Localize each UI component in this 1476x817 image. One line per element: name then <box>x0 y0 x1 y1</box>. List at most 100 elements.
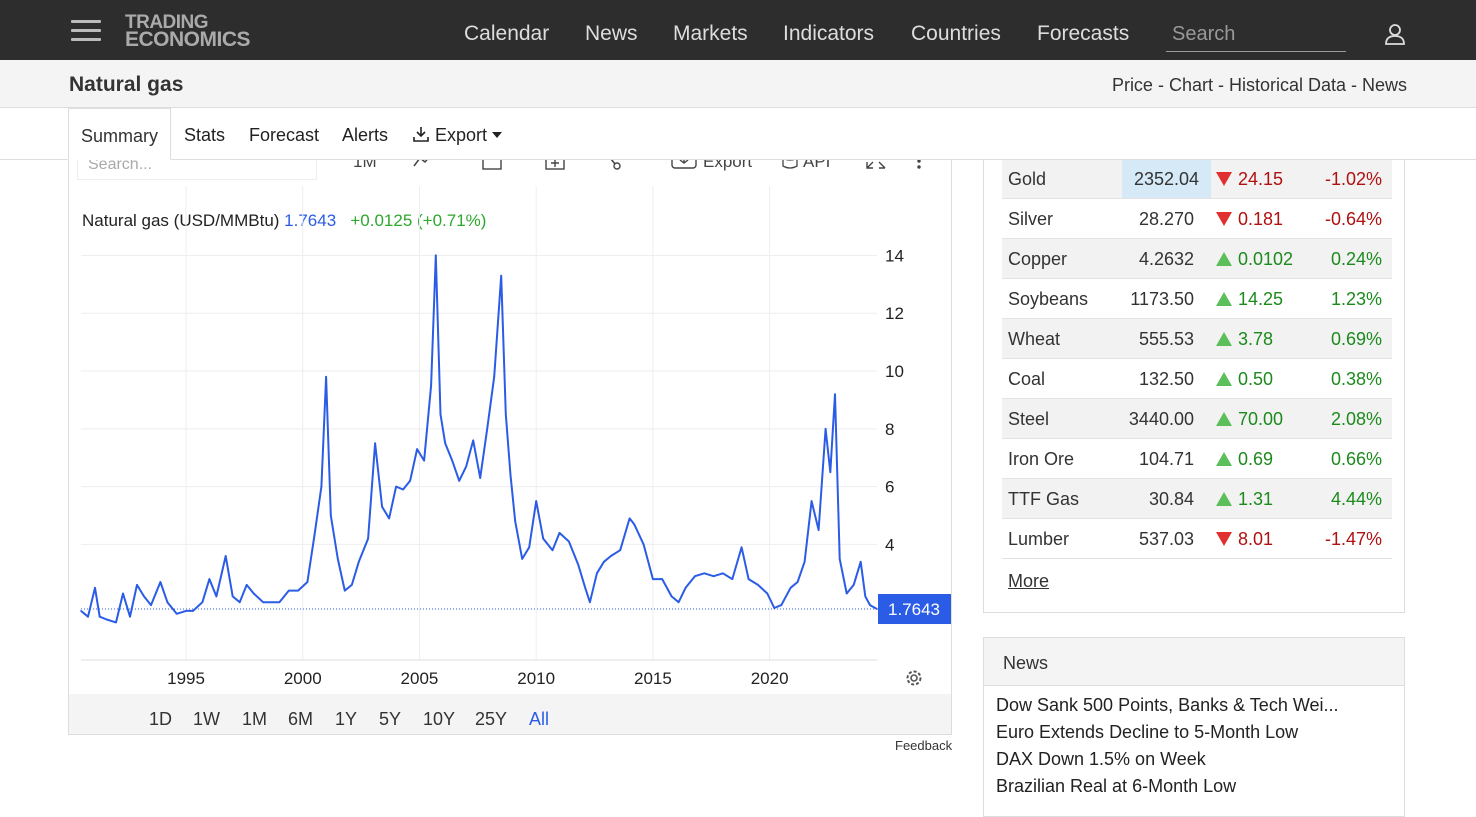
data-point <box>388 517 390 520</box>
range-button-6m[interactable]: 6M <box>288 709 313 730</box>
range-button-all[interactable]: All <box>529 709 549 730</box>
news-item[interactable]: Dow Sank 500 Points, Banks & Tech Wei... <box>996 695 1339 716</box>
data-point <box>357 560 360 563</box>
news-item[interactable]: DAX Down 1.5% on Week <box>996 749 1206 770</box>
feedback-link[interactable]: Feedback <box>895 738 952 753</box>
data-point <box>458 480 460 482</box>
data-point <box>185 610 187 612</box>
data-point <box>558 532 561 534</box>
data-point <box>542 537 544 540</box>
commodity-price: 3440.00 <box>1128 409 1194 429</box>
y-tick-label: 8 <box>885 420 894 439</box>
range-bar: 1D 1W 1M 6M 1Y 5Y 10Y 25Y All <box>69 694 951 734</box>
search-input[interactable] <box>1166 18 1342 50</box>
range-button-1y[interactable]: 1Y <box>335 709 357 730</box>
commodity-row[interactable]: Coal 132.50 0.50 0.38% <box>1002 359 1392 399</box>
data-point <box>773 607 776 609</box>
news-item[interactable]: Brazilian Real at 6-Month Low <box>996 776 1236 797</box>
commodity-name[interactable]: Silver <box>1008 209 1053 230</box>
data-point <box>430 384 432 387</box>
tab-forecast[interactable]: Forecast <box>249 125 319 146</box>
tab-summary[interactable]: Summary <box>68 108 171 160</box>
range-button-1d[interactable]: 1D <box>149 709 172 730</box>
data-point <box>838 558 841 560</box>
more-link[interactable]: More <box>1008 571 1049 592</box>
commodity-row[interactable]: Lumber 537.03 8.01 -1.47% <box>1002 519 1392 559</box>
commodity-row[interactable]: Steel 3440.00 70.00 2.08% <box>1002 399 1392 439</box>
x-tick-label: 2005 <box>401 669 439 688</box>
data-point <box>740 546 743 549</box>
nav-calendar[interactable]: Calendar <box>464 22 549 46</box>
commodity-name[interactable]: Coal <box>1008 369 1045 390</box>
commodity-row[interactable]: Iron Ore 104.71 0.69 0.66% <box>1002 439 1392 479</box>
news-item[interactable]: Euro Extends Decline to 5-Month Low <box>996 722 1298 743</box>
download-icon <box>413 127 429 142</box>
data-point <box>652 578 654 580</box>
commodity-name[interactable]: Iron Ore <box>1008 449 1074 470</box>
nav-countries[interactable]: Countries <box>911 22 1001 46</box>
range-button-1m[interactable]: 1M <box>242 709 267 730</box>
data-point <box>509 474 512 476</box>
tab-export[interactable]: Export <box>412 125 503 146</box>
commodity-name[interactable]: Wheat <box>1008 329 1060 350</box>
data-point <box>252 592 255 595</box>
tab-stats[interactable]: Stats <box>184 125 225 146</box>
range-button-5y[interactable]: 5Y <box>379 709 401 730</box>
settings-icon[interactable] <box>904 668 924 688</box>
commodity-name[interactable]: Lumber <box>1008 529 1069 550</box>
nav-news[interactable]: News <box>585 22 638 46</box>
data-point <box>589 601 591 604</box>
arrow-down-icon <box>1216 532 1232 546</box>
data-point <box>381 506 383 508</box>
commodity-row[interactable]: Gold 2352.04 24.15 -1.02% <box>1002 159 1392 199</box>
breadcrumb[interactable]: Price - Chart - Historical Data - News <box>1112 75 1407 96</box>
data-point <box>500 274 502 277</box>
commodity-row[interactable]: Wheat 555.53 3.78 0.69% <box>1002 319 1392 359</box>
menu-icon[interactable] <box>71 20 101 42</box>
line-chart[interactable]: 4 6 8 10 12 14 1995 2000 2005 2010 2015 2020 1.7643 <box>69 146 951 692</box>
commodity-row[interactable]: TTF Gas 30.84 1.31 4.44% <box>1002 479 1392 519</box>
commodity-name[interactable]: TTF Gas <box>1008 489 1079 510</box>
logo[interactable]: TRADING ECONOMICS <box>125 13 251 50</box>
commodity-name[interactable]: Steel <box>1008 409 1049 430</box>
arrow-up-icon <box>1216 372 1232 386</box>
commodity-row[interactable]: Soybeans 1173.50 14.25 1.23% <box>1002 279 1392 319</box>
data-point <box>551 549 554 551</box>
nav-markets[interactable]: Markets <box>673 22 748 46</box>
range-button-25y[interactable]: 25Y <box>475 709 507 730</box>
user-icon[interactable] <box>1383 22 1407 46</box>
data-point <box>80 610 82 612</box>
data-point <box>262 601 264 604</box>
data-point <box>208 578 211 580</box>
nav-indicators[interactable]: Indicators <box>783 22 874 46</box>
commodity-percent: 0.69% <box>1330 329 1382 349</box>
data-point <box>313 534 316 537</box>
data-point <box>876 608 878 610</box>
y-tick-label: 14 <box>885 246 904 265</box>
data-point <box>577 563 580 566</box>
commodity-row[interactable]: Copper 4.2632 0.0102 0.24% <box>1002 239 1392 279</box>
commodity-percent: -1.47% <box>1324 529 1382 549</box>
x-tick-label: 2015 <box>634 669 672 688</box>
nav-forecasts[interactable]: Forecasts <box>1037 22 1129 46</box>
commodity-price: 2352.04 <box>1122 159 1211 198</box>
commodity-change: 0.181 <box>1238 209 1284 229</box>
tab-alerts[interactable]: Alerts <box>342 125 388 146</box>
commodity-name[interactable]: Gold <box>1008 169 1046 190</box>
y-tick-label: 6 <box>885 478 894 497</box>
commodity-percent: 1.23% <box>1330 289 1382 309</box>
commodity-price: 132.50 <box>1138 369 1194 389</box>
data-point <box>238 601 241 604</box>
commodity-name[interactable]: Copper <box>1008 249 1067 270</box>
range-button-10y[interactable]: 10Y <box>423 709 455 730</box>
commodity-row[interactable]: Silver 28.270 0.181 -0.64% <box>1002 199 1392 239</box>
commodity-change: 0.50 <box>1238 369 1274 389</box>
arrow-up-icon <box>1216 332 1232 346</box>
data-point <box>642 543 645 546</box>
range-button-1w[interactable]: 1W <box>193 709 220 730</box>
commodity-percent: 0.24% <box>1330 249 1382 269</box>
commodity-change: 24.15 <box>1238 169 1284 189</box>
data-point <box>439 413 442 416</box>
data-point <box>367 537 369 540</box>
commodity-name[interactable]: Soybeans <box>1008 289 1088 310</box>
